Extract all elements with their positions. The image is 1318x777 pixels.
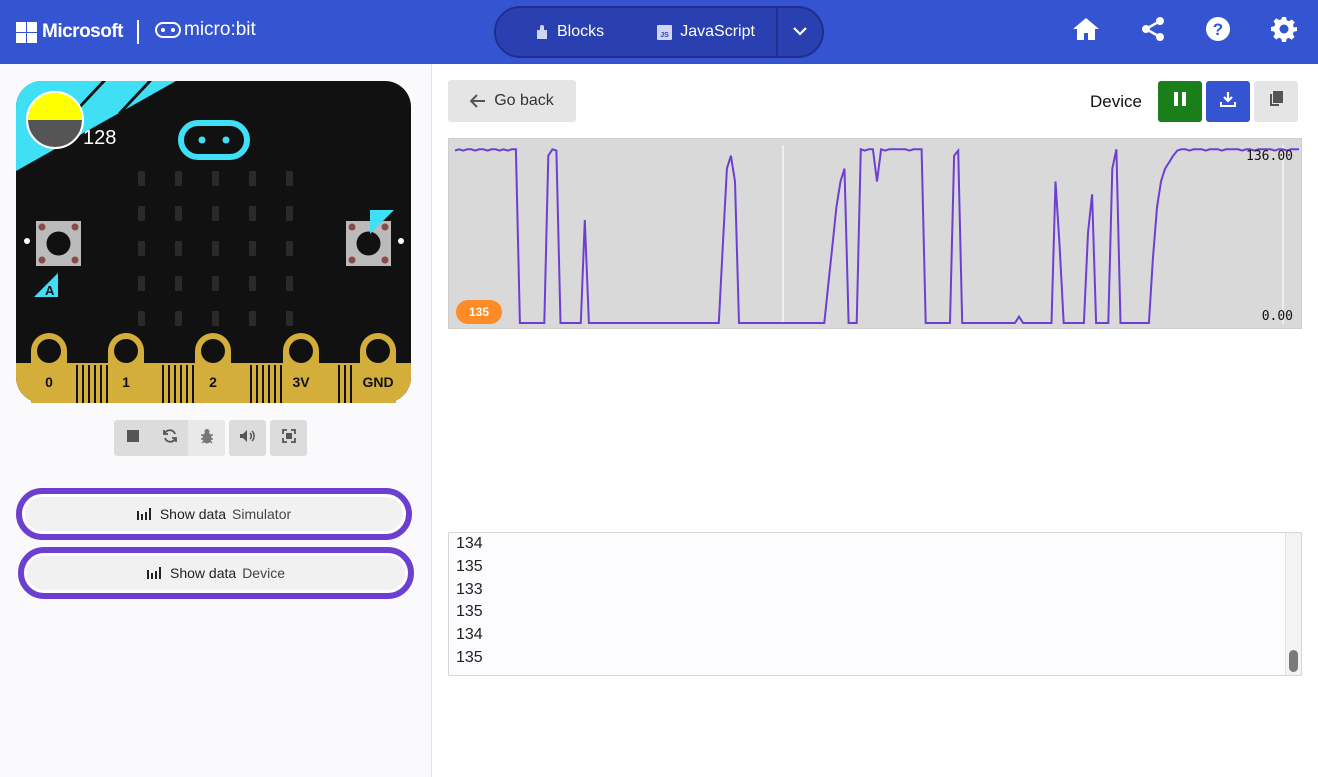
show-data-simulator-button[interactable]: Show data Simulator — [16, 488, 412, 540]
download-icon — [1220, 91, 1236, 112]
fullscreen-button[interactable] — [270, 420, 307, 456]
makecode-app: Microsoft micro:bit Blocks JS JavaScript — [0, 0, 1318, 777]
go-back-label: Go back — [494, 92, 554, 109]
tab-blocks-label: Blocks — [557, 23, 605, 40]
simulator-toolbar — [114, 420, 311, 456]
go-back-button[interactable]: Go back — [448, 80, 576, 122]
js-file-icon: JS — [657, 24, 673, 40]
speaker-icon — [239, 429, 256, 448]
download-data-button[interactable] — [1206, 81, 1250, 122]
pin-2-label: 2 — [209, 374, 217, 390]
console-line: 135 — [456, 648, 483, 666]
chevron-down-icon — [793, 23, 807, 41]
button-a[interactable] — [36, 221, 81, 266]
pin-3v-label: 3V — [292, 374, 310, 390]
tab-javascript-label: JavaScript — [680, 23, 755, 40]
console-line: 134 — [456, 535, 483, 552]
microbit-logo[interactable]: micro:bit — [155, 19, 256, 41]
microbit-face-icon — [155, 22, 181, 38]
button-b[interactable] — [346, 221, 391, 266]
refresh-icon — [162, 428, 178, 449]
svg-text:?: ? — [1213, 20, 1223, 39]
show-data-simulator-source: Simulator — [232, 506, 292, 522]
console-line: 135 — [456, 603, 483, 621]
tab-javascript[interactable]: JS JavaScript — [633, 8, 776, 56]
pin-0[interactable]: 0 — [31, 333, 67, 403]
fullscreen-group — [270, 420, 307, 456]
help-button[interactable]: ? — [1201, 14, 1235, 48]
fullscreen-icon — [281, 428, 296, 448]
current-value-badge: 135 — [456, 300, 502, 324]
microsoft-squares-icon — [16, 21, 37, 43]
bar-chart-icon — [136, 508, 152, 520]
show-data-device-inner: Show data Device — [27, 556, 405, 590]
microsoft-wordmark: Microsoft — [42, 21, 124, 42]
simulator-panel: 128 A B 0 1 2 3V GND Show data Simulator… — [0, 64, 432, 777]
bar-chart-icon — [147, 567, 162, 579]
console-line: 133 — [456, 580, 483, 598]
pause-button[interactable] — [1158, 81, 1202, 122]
puzzle-icon — [536, 24, 549, 40]
serial-chart-plot — [454, 145, 1299, 324]
show-data-simulator-inner: Show data Simulator — [25, 497, 403, 531]
restart-simulator-button[interactable] — [151, 420, 188, 456]
home-button[interactable] — [1069, 14, 1103, 48]
pin-0-label: 0 — [45, 374, 53, 390]
button-b-label: B — [370, 189, 379, 204]
share-button[interactable] — [1136, 14, 1170, 48]
copy-icon — [1269, 91, 1283, 112]
pin-2[interactable]: 2 — [195, 333, 231, 403]
serial-source-label: Device — [1090, 92, 1142, 111]
brand-divider — [137, 20, 139, 44]
pin-1[interactable]: 1 — [108, 333, 144, 403]
show-data-simulator-label: Show data — [159, 506, 227, 522]
show-data-device-source: Device — [242, 565, 285, 581]
mute-group — [229, 420, 266, 456]
share-icon — [1141, 16, 1165, 47]
chart-min-value: 0.00 — [1261, 309, 1293, 324]
tab-blocks[interactable]: Blocks — [496, 8, 633, 56]
debug-button[interactable] — [188, 420, 225, 456]
show-data-device-label: Show data — [170, 565, 237, 581]
mute-button[interactable] — [229, 420, 266, 456]
light-level-value: 128 — [83, 127, 116, 149]
serial-console[interactable]: 134 135 133 135 134 135 — [448, 532, 1302, 676]
gear-icon — [1271, 16, 1297, 47]
top-bar: Microsoft micro:bit Blocks JS JavaScript — [0, 0, 1318, 64]
console-line: 134 — [456, 626, 483, 644]
pin-gnd[interactable]: GND — [360, 333, 396, 403]
pause-icon — [1174, 92, 1186, 111]
help-icon: ? — [1205, 16, 1231, 47]
show-data-device-button[interactable]: Show data Device — [18, 547, 414, 599]
microbit-wordmark: micro:bit — [184, 19, 256, 40]
stop-icon — [126, 429, 139, 447]
copy-button[interactable] — [1254, 81, 1298, 122]
microbit-board[interactable]: 128 A B 0 1 2 3V GND — [16, 81, 411, 403]
light-level-indicator[interactable] — [26, 91, 84, 149]
console-scroll-thumb[interactable] — [1289, 650, 1298, 672]
console-scrollbar[interactable] — [1285, 533, 1301, 675]
pin-3v[interactable]: 3V — [283, 333, 319, 403]
simulator-run-controls — [114, 420, 225, 456]
bug-icon — [200, 428, 214, 449]
serial-series-line — [454, 147, 1299, 324]
home-icon — [1071, 16, 1101, 47]
serial-chart[interactable]: 136.00 0.00 135 — [448, 138, 1302, 329]
microsoft-logo[interactable]: Microsoft — [16, 21, 124, 43]
svg-text:JS: JS — [660, 32, 669, 39]
editor-toggle: Blocks JS JavaScript — [494, 6, 824, 58]
stop-simulator-button[interactable] — [114, 420, 151, 456]
arrow-left-icon — [470, 94, 486, 108]
editor-dropdown-button[interactable] — [776, 8, 822, 56]
chart-max-value: 136.00 — [1246, 149, 1293, 164]
settings-button[interactable] — [1267, 14, 1301, 48]
console-line: 135 — [456, 557, 483, 575]
pin-1-label: 1 — [122, 374, 130, 390]
button-a-label: A — [45, 283, 55, 298]
pin-gnd-label: GND — [362, 374, 393, 390]
console-output: 134 135 133 135 134 135 — [456, 533, 483, 670]
